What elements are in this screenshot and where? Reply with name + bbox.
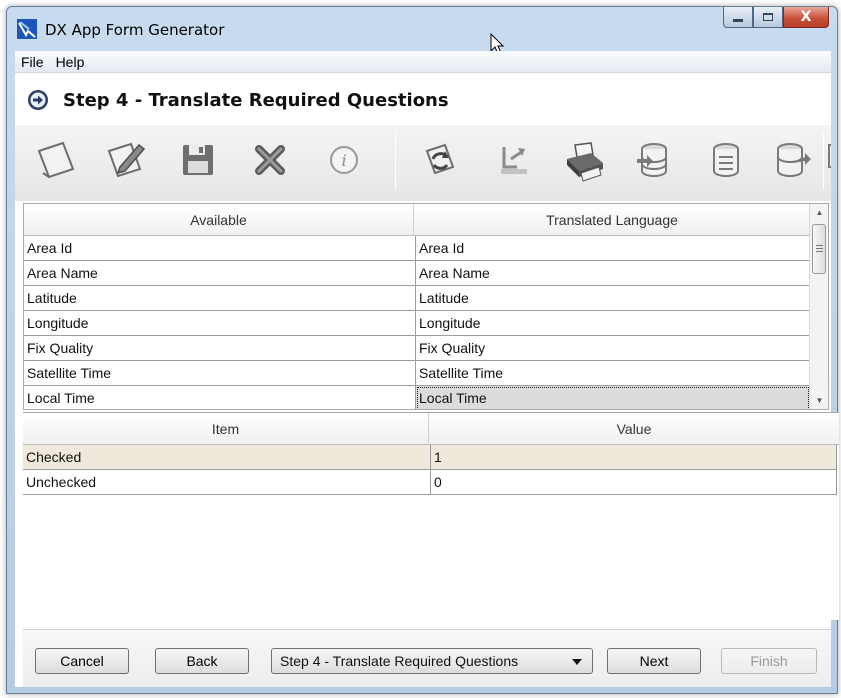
finish-button[interactable]: Finish <box>721 648 817 674</box>
cell-value[interactable]: 1 <box>431 445 837 470</box>
scroll-down-icon[interactable]: ▼ <box>810 392 828 409</box>
delete-icon[interactable] <box>247 137 293 183</box>
table-row[interactable]: Latitude Latitude <box>24 286 810 311</box>
client-area: Step 4 - Translate Required Questions i … <box>15 73 839 687</box>
next-button[interactable]: Next <box>607 648 701 674</box>
value-grid: Item Value Checked 1 Unchecked 0 <box>23 412 839 620</box>
window-title: DX App Form Generator <box>45 21 225 39</box>
table-row[interactable]: Satellite Time Satellite Time <box>24 361 810 386</box>
table-row[interactable]: Fix Quality Fix Quality <box>24 336 810 361</box>
table-row[interactable]: Longitude Longitude <box>24 311 810 336</box>
database-list-icon[interactable] <box>703 137 749 183</box>
scrollbar-thumb[interactable] <box>812 224 826 274</box>
scroll-up-icon[interactable]: ▲ <box>810 204 828 221</box>
chevron-down-icon <box>572 659 582 665</box>
arrow-circle-right-icon <box>28 90 48 110</box>
app-window: DX App Form Generator X File Help Step 4… <box>6 6 839 694</box>
column-header-value[interactable]: Value <box>429 413 839 445</box>
vertical-scrollbar[interactable]: ▲ ▼ <box>809 204 828 409</box>
print-icon[interactable] <box>561 137 607 183</box>
cell-available: Area Name <box>24 261 416 286</box>
copy-icon[interactable] <box>805 137 831 183</box>
back-button[interactable]: Back <box>155 648 249 674</box>
edit-icon[interactable] <box>103 137 149 183</box>
cell-available: Area Id <box>24 236 416 261</box>
cell-value[interactable]: 0 <box>431 470 837 495</box>
cell-item: Checked <box>23 445 431 470</box>
cell-translated[interactable]: Fix Quality <box>416 336 810 361</box>
close-button[interactable]: X <box>783 7 829 28</box>
menu-bar: File Help <box>15 51 831 73</box>
cancel-button[interactable]: Cancel <box>35 648 129 674</box>
step-select-value: Step 4 - Translate Required Questions <box>280 653 519 669</box>
maximize-button[interactable] <box>753 7 783 28</box>
column-header-translated[interactable]: Translated Language <box>414 204 810 236</box>
toolbar: i <box>15 125 831 201</box>
minimize-button[interactable] <box>723 7 753 28</box>
step-select[interactable]: Step 4 - Translate Required Questions <box>271 648 593 674</box>
page-title: Step 4 - Translate Required Questions <box>63 90 449 111</box>
table-row[interactable]: Checked 1 <box>23 445 837 470</box>
info-icon[interactable]: i <box>321 137 367 183</box>
table-row[interactable]: Unchecked 0 <box>23 470 837 495</box>
window-controls: X <box>723 7 829 29</box>
cell-available: Fix Quality <box>24 336 416 361</box>
cell-available: Latitude <box>24 286 416 311</box>
svg-text:i: i <box>341 151 346 170</box>
export-icon[interactable] <box>491 137 537 183</box>
toolbar-separator <box>395 133 396 189</box>
cell-translated-focused[interactable]: Local Time <box>416 386 810 409</box>
close-icon: X <box>800 9 812 25</box>
wizard-footer: Cancel Back Step 4 - Translate Required … <box>23 629 831 687</box>
cell-translated[interactable]: Satellite Time <box>416 361 810 386</box>
cell-translated[interactable]: Area Name <box>416 261 810 286</box>
save-icon[interactable] <box>175 137 221 183</box>
cell-available: Satellite Time <box>24 361 416 386</box>
minimize-icon <box>733 19 743 22</box>
table-row[interactable]: Area Id Area Id <box>24 236 810 261</box>
cell-available: Longitude <box>24 311 416 336</box>
cell-translated[interactable]: Area Id <box>416 236 810 261</box>
app-logo-icon <box>17 19 37 39</box>
cell-translated[interactable]: Longitude <box>416 311 810 336</box>
title-bar[interactable]: DX App Form Generator X <box>7 7 837 55</box>
menu-file[interactable]: File <box>15 54 50 70</box>
column-header-available[interactable]: Available <box>24 204 414 236</box>
menu-help[interactable]: Help <box>50 54 91 70</box>
column-header-item[interactable]: Item <box>23 413 429 445</box>
new-icon[interactable] <box>33 137 79 183</box>
table-row[interactable]: Area Name Area Name <box>24 261 810 286</box>
translate-grid: Available Translated Language Area Id Ar… <box>23 203 829 410</box>
maximize-icon <box>763 13 773 21</box>
cell-available: Local Time <box>24 386 416 409</box>
cell-translated[interactable]: Latitude <box>416 286 810 311</box>
database-import-icon[interactable] <box>631 137 677 183</box>
cell-item: Unchecked <box>23 470 431 495</box>
step-header: Step 4 - Translate Required Questions <box>15 73 831 125</box>
table-row[interactable]: Local Time Local Time <box>24 386 810 409</box>
refresh-icon[interactable] <box>417 137 463 183</box>
